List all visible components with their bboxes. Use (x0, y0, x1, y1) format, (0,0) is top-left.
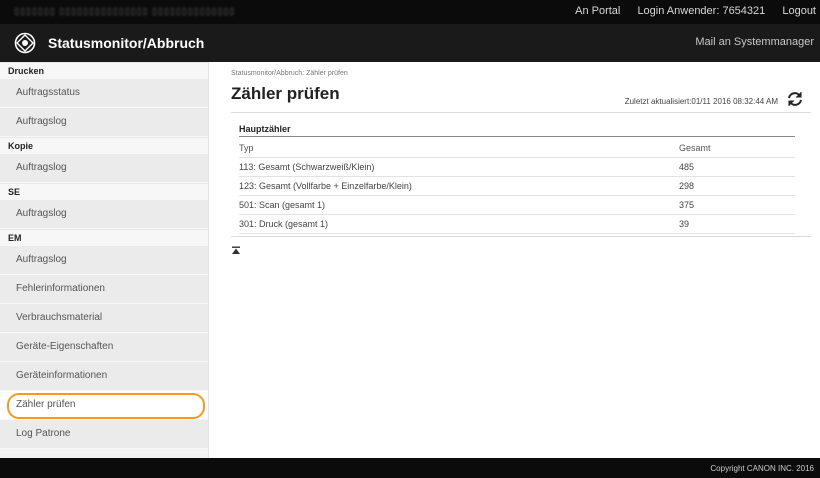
scroll-to-top-icon[interactable] (231, 246, 241, 256)
counter-type: 123: Gesamt (Vollfarbe + Einzelfarbe/Kle… (239, 181, 412, 191)
sidebar-section-se: SE (0, 183, 208, 200)
table-row: 123: Gesamt (Vollfarbe + Einzelfarbe/Kle… (239, 177, 795, 196)
sidebar-item-log-patrone[interactable]: Log Patrone (0, 420, 208, 449)
sidebar-item-geraete-eigenschaften[interactable]: Geräte-Eigenschaften (0, 333, 208, 362)
breadcrumb: Statusmonitor/Abbruch: Zähler prüfen (231, 70, 348, 77)
table-header-row: Typ Gesamt (239, 139, 795, 158)
sidebar-item-druck-auftragsstatus[interactable]: Auftragsstatus (0, 79, 208, 108)
last-updated-text: Zuletzt aktualisiert:01/11 2016 08:32:44… (624, 97, 778, 106)
copyright-text: Copyright CANON INC. 2016 (710, 464, 814, 473)
remote-ui-logo-icon[interactable] (14, 32, 36, 54)
sidebar-item-fehlerinformationen[interactable]: Fehlerinformationen (0, 275, 208, 304)
mail-to-admin-link[interactable]: Mail an Systemmanager (695, 36, 814, 48)
top-links: An Portal Login Anwender: 7654321 Logout (561, 5, 816, 17)
table-row: 501: Scan (gesamt 1) 375 (239, 196, 795, 215)
column-header-gesamt: Gesamt (679, 143, 711, 153)
sidebar: Drucken Auftragsstatus Auftragslog Kopie… (0, 62, 209, 458)
sidebar-item-geraeteinformationen[interactable]: Geräteinformationen (0, 362, 208, 391)
main-content: Statusmonitor/Abbruch: Zähler prüfen Zäh… (209, 62, 820, 458)
counter-value: 298 (679, 181, 695, 191)
login-user-label: Login Anwender: 7654321 (637, 5, 766, 17)
sidebar-section-kopie: Kopie (0, 137, 208, 154)
app-header: Statusmonitor/Abbruch Mail an Systemmana… (0, 24, 820, 62)
sidebar-section-em: EM (0, 229, 208, 246)
content-divider (231, 236, 811, 237)
top-bar: ▯▯▯▯▯▯▯ ▯▯▯▯▯▯▯▯▯▯▯▯▯▯▯ ▯▯▯▯▯▯▯▯▯▯▯▯▯▯ A… (0, 0, 820, 24)
counter-table: Typ Gesamt 113: Gesamt (Schwarzweiß/Klei… (239, 139, 795, 234)
sidebar-section-drucken: Drucken (0, 62, 208, 79)
blurred-url-text: ▯▯▯▯▯▯▯ ▯▯▯▯▯▯▯▯▯▯▯▯▯▯▯ ▯▯▯▯▯▯▯▯▯▯▯▯▯▯ (14, 6, 236, 16)
counter-type: 501: Scan (gesamt 1) (239, 200, 326, 210)
sidebar-item-kopie-auftragslog[interactable]: Auftragslog (0, 154, 208, 183)
sidebar-item-zaehler-pruefen[interactable]: Zähler prüfen (0, 391, 208, 420)
table-row: 113: Gesamt (Schwarzweiß/Klein) 485 (239, 158, 795, 177)
footer: Copyright CANON INC. 2016 (0, 458, 820, 478)
table-row: 301: Druck (gesamt 1) 39 (239, 215, 795, 234)
app-title: Statusmonitor/Abbruch (48, 35, 205, 51)
portal-link[interactable]: An Portal (575, 5, 620, 17)
counter-type: 301: Druck (gesamt 1) (239, 219, 329, 229)
title-divider (231, 112, 811, 113)
sidebar-item-se-auftragslog[interactable]: Auftragslog (0, 200, 208, 229)
counter-type: 113: Gesamt (Schwarzweiß/Klein) (239, 162, 375, 172)
sidebar-item-druck-auftragslog[interactable]: Auftragslog (0, 108, 208, 137)
counter-value: 485 (679, 162, 695, 172)
column-header-typ: Typ (239, 143, 254, 153)
counter-value: 39 (679, 219, 690, 229)
section-title-hauptzaehler: Hauptzähler (239, 124, 795, 137)
refresh-icon[interactable] (786, 90, 804, 108)
sidebar-item-verbrauchsmaterial[interactable]: Verbrauchsmaterial (0, 304, 208, 333)
sidebar-item-em-auftragslog[interactable]: Auftragslog (0, 246, 208, 275)
counter-value: 375 (679, 200, 695, 210)
logout-link[interactable]: Logout (782, 5, 816, 17)
page-title: Zähler prüfen (231, 84, 340, 103)
